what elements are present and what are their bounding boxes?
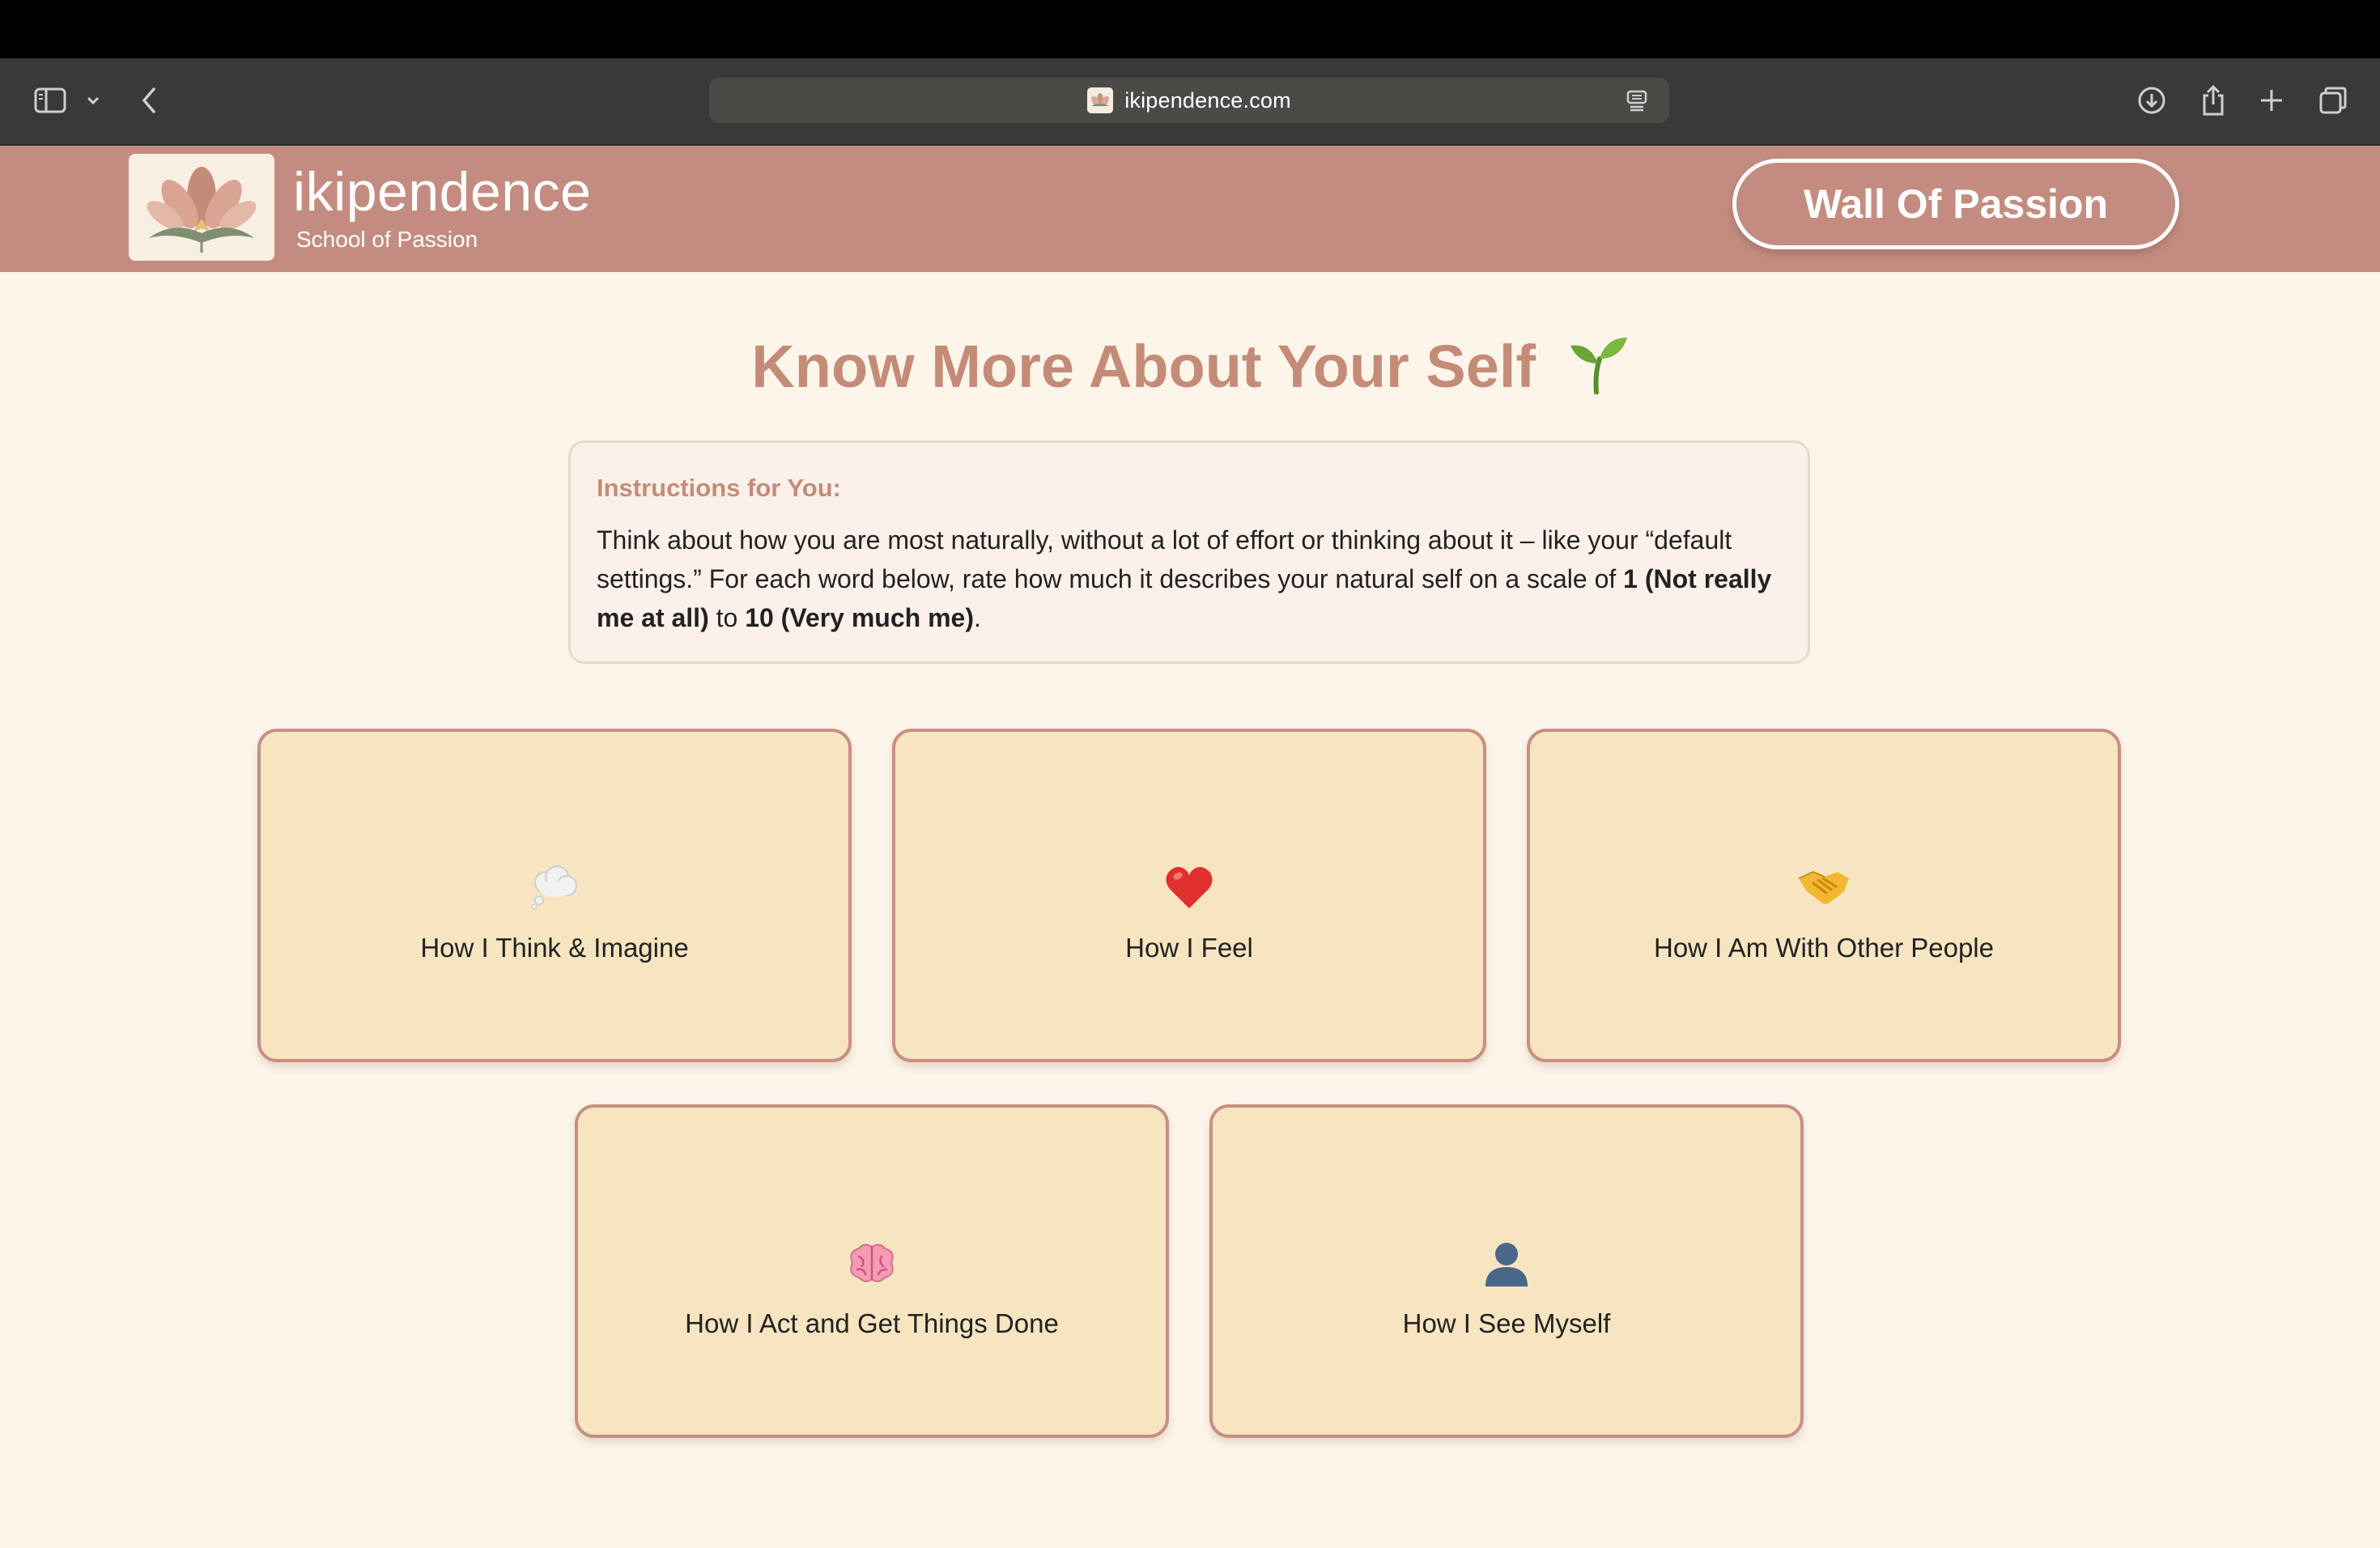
reader-mode-icon[interactable] xyxy=(1624,87,1650,113)
back-icon[interactable] xyxy=(128,79,170,121)
heart-icon xyxy=(1165,860,1213,915)
thought-bubble-icon xyxy=(529,860,580,915)
card-label: How I Feel xyxy=(1125,933,1253,963)
instructions-text-part: . xyxy=(973,603,981,632)
card-see-myself[interactable]: How I See Myself xyxy=(1209,1104,1804,1438)
brand-tagline: School of Passion xyxy=(296,227,478,252)
share-icon[interactable] xyxy=(2192,79,2234,121)
card-label: How I Act and Get Things Done xyxy=(685,1308,1059,1338)
sprout-icon xyxy=(1567,334,1629,408)
site-favicon-icon xyxy=(1087,87,1114,113)
instructions-text-part: to xyxy=(708,603,746,632)
card-label: How I Am With Other People xyxy=(1654,933,1994,963)
instructions-text: Think about how you are most naturally, … xyxy=(597,521,1782,637)
card-think-imagine[interactable]: How I Think & Imagine xyxy=(257,729,852,1062)
brand-name[interactable]: ikipendence xyxy=(293,160,591,223)
page-title: Know More About Your Self xyxy=(0,332,2380,408)
download-icon[interactable] xyxy=(2131,79,2173,121)
address-bar[interactable]: ikipendence.com xyxy=(709,78,1669,123)
card-label: How I Think & Imagine xyxy=(420,933,689,963)
browser-toolbar: ikipendence.com xyxy=(0,58,2380,146)
card-feel[interactable]: How I Feel xyxy=(892,729,1486,1062)
card-act-get-things-done[interactable]: How I Act and Get Things Done xyxy=(575,1104,1169,1438)
handshake-icon xyxy=(1797,860,1851,915)
new-tab-icon[interactable] xyxy=(2250,79,2293,121)
tab-overview-icon[interactable] xyxy=(2312,79,2354,121)
url-text: ikipendence.com xyxy=(1124,87,1291,113)
person-silhouette-icon xyxy=(1482,1235,1531,1291)
chevron-down-icon[interactable] xyxy=(74,79,112,121)
wall-of-passion-button[interactable]: Wall Of Passion xyxy=(1732,159,2179,249)
screen-top-bar xyxy=(0,0,2380,58)
instructions-text-part: Think about how you are most naturally, … xyxy=(597,525,1732,593)
site-header: ikipendence School of Passion Wall Of Pa… xyxy=(0,146,2380,272)
instructions-box: Instructions for You: Think about how yo… xyxy=(568,440,1810,664)
page-title-text: Know More About Your Self xyxy=(751,333,1536,400)
card-other-people[interactable]: How I Am With Other People xyxy=(1527,729,2121,1062)
instructions-scale-high: 10 (Very much me) xyxy=(745,603,974,632)
brain-icon xyxy=(846,1235,898,1291)
instructions-heading: Instructions for You: xyxy=(597,474,841,502)
lotus-logo-icon[interactable] xyxy=(129,154,274,261)
card-label: How I See Myself xyxy=(1402,1308,1611,1338)
sidebar-toggle-icon[interactable] xyxy=(29,79,71,121)
